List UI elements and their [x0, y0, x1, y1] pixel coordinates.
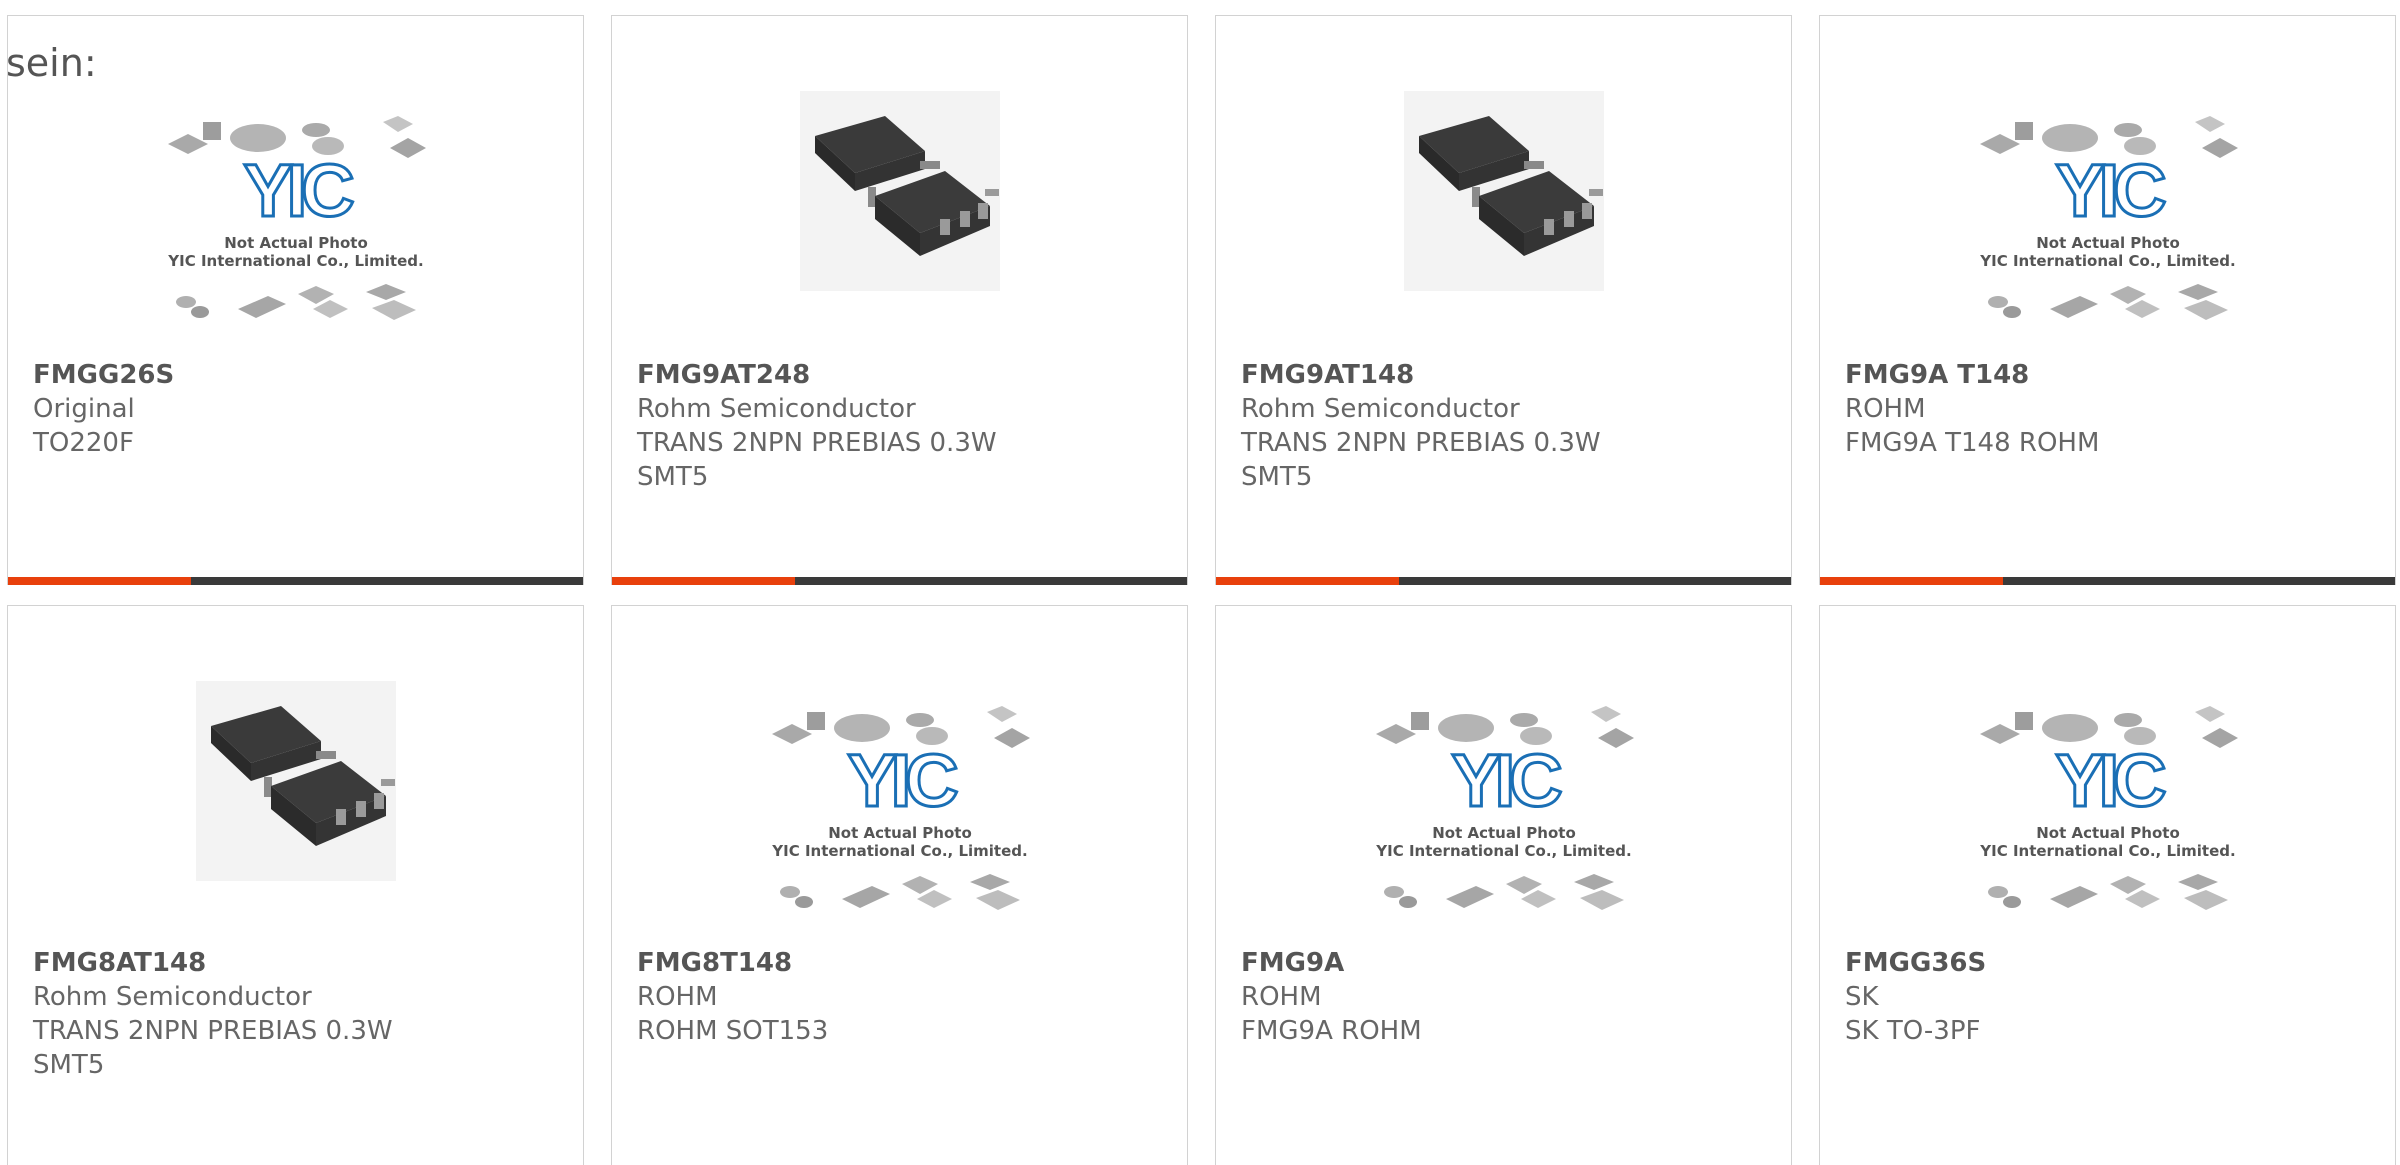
- part-number[interactable]: FMG9A: [1241, 946, 1422, 980]
- chip-photo: [195, 681, 396, 881]
- part-number[interactable]: FMG9AT148: [1241, 358, 1601, 392]
- product-card[interactable]: FMG8AT148 Rohm Semiconductor TRANS 2NPN …: [7, 605, 584, 1165]
- not-actual-photo-placeholder: [165, 114, 427, 322]
- package: SMT5: [1241, 462, 1313, 492]
- not-actual-photo-placeholder: [769, 704, 1031, 912]
- product-card[interactable]: FMG9A T148 ROHM FMG9A T148 ROHM: [1819, 15, 2396, 585]
- product-card[interactable]: FMGG26S Original TO220F: [7, 15, 584, 585]
- not-actual-photo-placeholder: [1373, 704, 1635, 912]
- card-accent-bar: [1820, 577, 2395, 585]
- card-accent-bar: [8, 577, 583, 585]
- manufacturer: Original: [33, 394, 135, 424]
- package: SMT5: [637, 462, 709, 492]
- part-number[interactable]: FMG9AT248: [637, 358, 997, 392]
- description: FMG9A T148 ROHM: [1845, 428, 2100, 458]
- description: TRANS 2NPN PREBIAS 0.3W: [637, 428, 997, 458]
- part-number[interactable]: FMGG36S: [1845, 946, 1986, 980]
- card-accent-bar: [612, 577, 1187, 585]
- product-card[interactable]: FMG9A ROHM FMG9A ROHM: [1215, 605, 1792, 1165]
- part-number[interactable]: FMG8T148: [637, 946, 828, 980]
- product-grid: FMGG26S Original TO220F FMG9AT248 Rohm S…: [7, 15, 2400, 1165]
- chip-photo: [1403, 91, 1604, 291]
- intro-text: sein:: [6, 41, 97, 85]
- product-card[interactable]: FMGG36S SK SK TO-3PF: [1819, 605, 2396, 1165]
- part-number[interactable]: FMGG26S: [33, 358, 174, 392]
- description: FMG9A ROHM: [1241, 1016, 1422, 1046]
- card-accent-bar: [1216, 577, 1791, 585]
- manufacturer: ROHM: [1241, 982, 1322, 1012]
- manufacturer: SK: [1845, 982, 1879, 1012]
- description: ROHM SOT153: [637, 1016, 829, 1046]
- not-actual-photo-placeholder: [1977, 704, 2239, 912]
- manufacturer: Rohm Semiconductor: [1241, 394, 1520, 424]
- product-card[interactable]: FMG9AT148 Rohm Semiconductor TRANS 2NPN …: [1215, 15, 1792, 585]
- part-number[interactable]: FMG9A T148: [1845, 358, 2099, 392]
- description: SK TO-3PF: [1845, 1016, 1981, 1046]
- manufacturer: ROHM: [637, 982, 718, 1012]
- product-card[interactable]: FMG8T148 ROHM ROHM SOT153: [611, 605, 1188, 1165]
- product-card[interactable]: FMG9AT248 Rohm Semiconductor TRANS 2NPN …: [611, 15, 1188, 585]
- not-actual-photo-placeholder: [1977, 114, 2239, 322]
- manufacturer: ROHM: [1845, 394, 1926, 424]
- description: TO220F: [33, 428, 134, 458]
- chip-photo: [799, 91, 1000, 291]
- description: TRANS 2NPN PREBIAS 0.3W: [33, 1016, 393, 1046]
- description: TRANS 2NPN PREBIAS 0.3W: [1241, 428, 1601, 458]
- manufacturer: Rohm Semiconductor: [637, 394, 916, 424]
- package: SMT5: [33, 1050, 105, 1080]
- part-number[interactable]: FMG8AT148: [33, 946, 393, 980]
- manufacturer: Rohm Semiconductor: [33, 982, 312, 1012]
